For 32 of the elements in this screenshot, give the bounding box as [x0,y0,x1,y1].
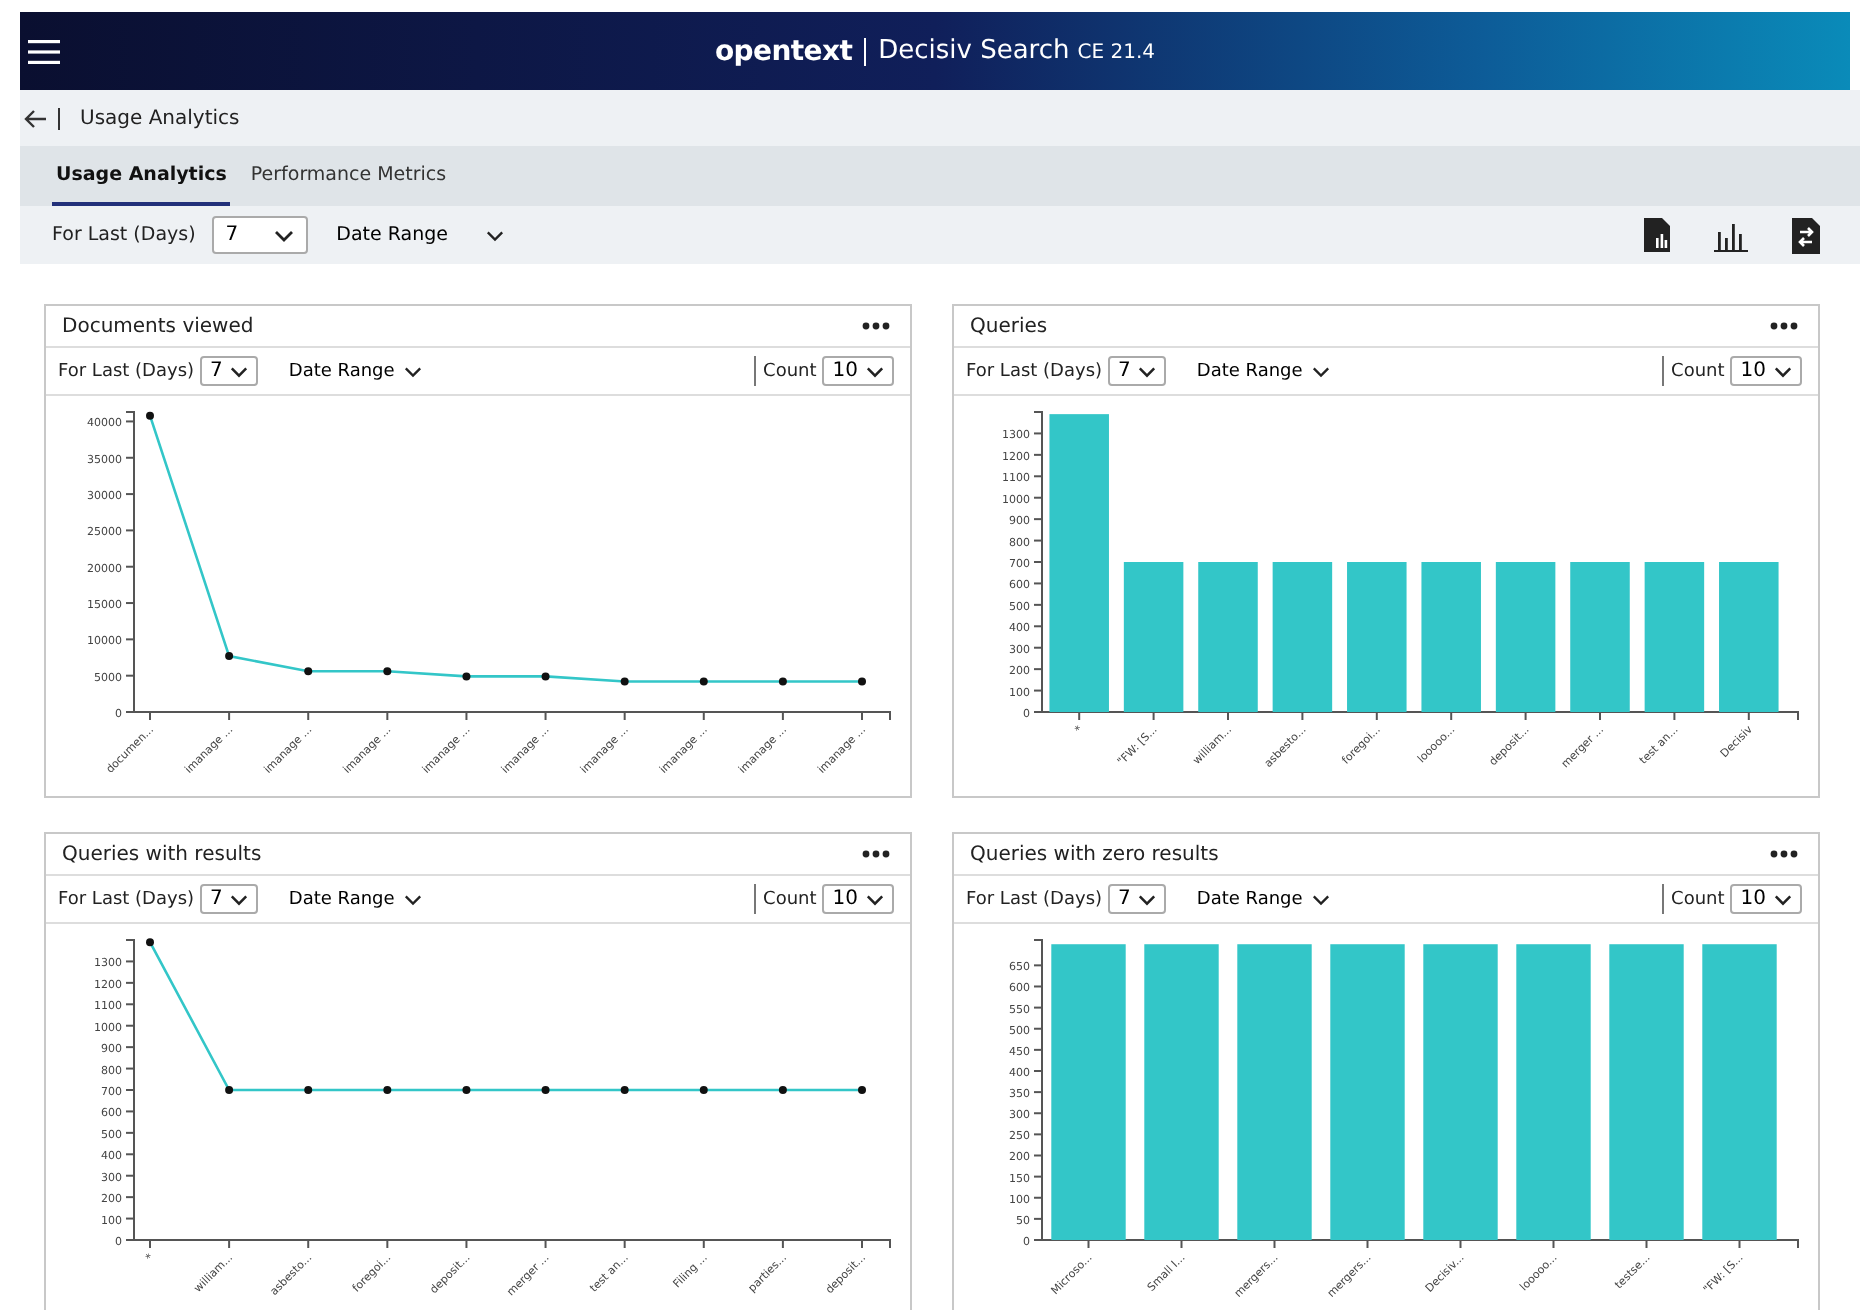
count-dropdown[interactable]: 10 [822,884,894,914]
panel-title: Queries with results [62,843,262,865]
filter-label: For Last (Days) [966,361,1103,381]
count-label: Count [763,889,817,909]
logo: opentext [714,35,853,67]
days-dropdown[interactable]: 7 [1108,884,1167,914]
days-dropdown[interactable]: 7 [200,884,259,914]
panel-title: Documents viewed [62,315,254,337]
date-range-dropdown[interactable]: Date Range [276,361,435,381]
page-title: Usage Analytics [80,107,240,129]
days-dropdown[interactable]: 7 [200,356,259,386]
date-range-dropdown[interactable]: Date Range [324,224,517,246]
panel-title: Queries with zero results [970,843,1219,865]
days-dropdown[interactable]: 7 [1108,356,1167,386]
filter-label: For Last (Days) [52,224,196,246]
filter-label: For Last (Days) [58,361,195,381]
count-dropdown[interactable]: 10 [822,356,894,386]
date-range-dropdown[interactable]: Date Range [1184,361,1343,381]
date-range-dropdown[interactable]: Date Range [1184,889,1343,909]
product-name: Decisiv Search [878,36,1070,66]
filter-label: For Last (Days) [58,889,195,909]
count-label: Count [1671,361,1725,381]
version-label: CE 21.4 [1077,42,1155,64]
panel-title: Queries [970,315,1048,337]
tab[interactable]: Performance Metrics [246,146,451,206]
count-dropdown[interactable]: 10 [1730,884,1802,914]
count-label: Count [763,361,817,381]
date-range-dropdown[interactable]: Date Range [276,889,435,909]
count-dropdown[interactable]: 10 [1730,356,1802,386]
days-dropdown[interactable]: 7 [211,216,309,254]
count-label: Count [1671,889,1725,909]
filter-label: For Last (Days) [966,889,1103,909]
